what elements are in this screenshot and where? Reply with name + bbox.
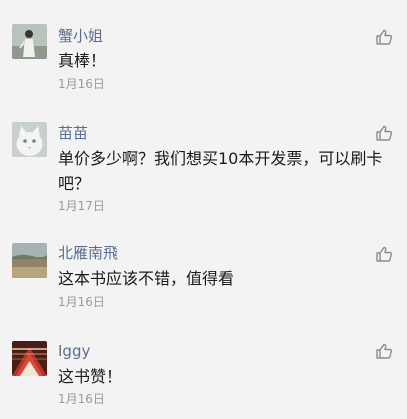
comment-author[interactable]: 苗苗 <box>58 123 88 143</box>
comment-author[interactable]: 北雁南飛 <box>58 243 118 263</box>
avatar[interactable] <box>12 341 47 376</box>
comment-item: 北雁南飛 这本书应该不错，值得看 1月16日 <box>0 225 407 325</box>
comment-author[interactable]: 蟹小姐 <box>58 26 103 46</box>
comment-list: 蟹小姐 真棒！ 1月16日 苗苗 单价多少啊？我们想买10本开发票，可以刷卡吧？… <box>0 0 407 419</box>
comment-date: 1月17日 <box>58 199 105 213</box>
thumbs-up-icon[interactable] <box>375 245 393 263</box>
comment-item: Iggy 这书赞！ 1月16日 <box>0 325 407 419</box>
avatar[interactable] <box>12 24 47 59</box>
comment-date: 1月16日 <box>58 77 105 91</box>
comment-content: 单价多少啊？我们想买10本开发票，可以刷卡吧？ <box>58 149 383 193</box>
thumbs-up-icon[interactable] <box>375 124 393 142</box>
avatar[interactable] <box>12 243 47 278</box>
comment-item: 蟹小姐 真棒！ 1月16日 <box>0 0 407 100</box>
thumbs-up-icon[interactable] <box>375 28 393 46</box>
comment-author[interactable]: Iggy <box>58 341 90 361</box>
comment-content: 这书赞！ <box>58 367 123 386</box>
comment-content: 真棒！ <box>58 51 107 70</box>
red-architecture-avatar <box>12 341 47 376</box>
comment-date: 1月16日 <box>58 392 105 406</box>
woman-portrait-avatar <box>12 24 47 59</box>
comment-content: 这本书应该不错，值得看 <box>58 269 235 288</box>
white-cat-avatar <box>12 122 47 157</box>
thumbs-up-icon[interactable] <box>375 342 393 360</box>
comment-item: 苗苗 单价多少啊？我们想买10本开发票，可以刷卡吧？ 1月17日 <box>0 100 407 225</box>
landscape-avatar <box>12 243 47 278</box>
avatar[interactable] <box>12 122 47 157</box>
comment-date: 1月16日 <box>58 295 105 309</box>
